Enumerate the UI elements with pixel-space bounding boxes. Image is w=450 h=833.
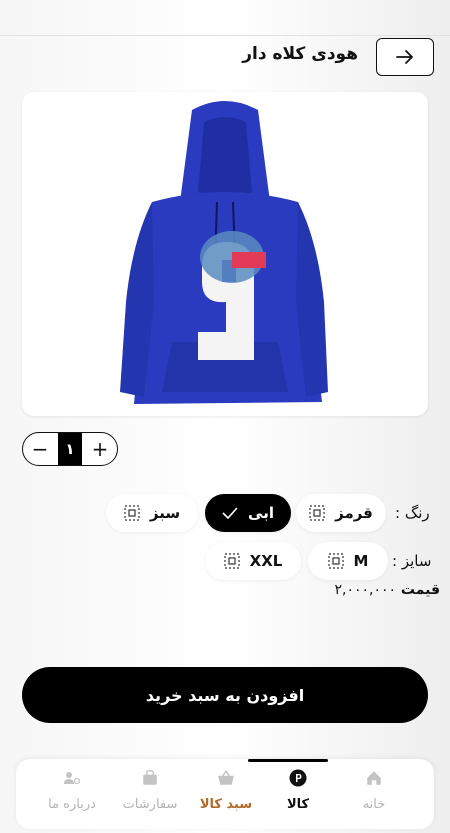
nav-item-cart[interactable]: سبد کالا: [186, 769, 266, 823]
add-to-cart-button[interactable]: افزودن به سبد خرید: [22, 667, 428, 723]
dotted-square-icon: [327, 553, 344, 569]
checkmark-icon: [222, 507, 238, 520]
nav-item-label: خانه: [362, 797, 386, 812]
active-tab-indicator: [248, 759, 328, 762]
dotted-square-icon: [309, 505, 325, 521]
status-strip: [0, 0, 450, 36]
decrease-quantity-button[interactable]: −: [23, 433, 57, 465]
color-option-red[interactable]: قرمز: [296, 494, 386, 532]
home-icon: [367, 771, 381, 785]
size-option-xxl[interactable]: XXL: [205, 542, 301, 580]
page-title: هودی کلاه دار: [242, 44, 358, 64]
size-option-label: XXL: [249, 552, 283, 570]
arrow-right-icon: [396, 50, 413, 64]
dotted-square-icon: [124, 505, 140, 521]
nav-item-orders[interactable]: سفارشات: [110, 769, 190, 823]
nav-item-label: درباره ما: [48, 797, 96, 812]
basket-icon: [218, 770, 234, 785]
color-option-label: سبز: [149, 504, 181, 522]
nav-item-label: کالا: [286, 797, 310, 812]
quantity-stepper: − ١ +: [22, 432, 118, 466]
product-image: [22, 92, 428, 416]
price-label: قیمت: [400, 582, 440, 598]
increase-quantity-button[interactable]: +: [83, 433, 117, 465]
page-header: هودی کلاه دار: [0, 36, 450, 82]
nav-item-product[interactable]: کالا: [258, 769, 338, 823]
nav-item-label: سبد کالا: [199, 797, 253, 812]
price: قیمت ۲,۰۰۰,۰۰۰: [330, 582, 440, 598]
price-value: ۲,۰۰۰,۰۰۰: [334, 582, 397, 598]
color-option-green[interactable]: سبز: [106, 494, 198, 532]
size-option-label: M: [353, 552, 369, 570]
orders-icon: [143, 769, 157, 785]
bottom-navigation: خانه کالا سبد کالا سفارشات درباره ما: [16, 759, 434, 829]
nav-item-about[interactable]: درباره ما: [32, 769, 112, 823]
color-option-blue[interactable]: ابی: [205, 494, 291, 532]
color-label: رنگ :: [395, 504, 430, 522]
nav-item-label: سفارشات: [122, 797, 178, 812]
size-option-m[interactable]: M: [308, 542, 388, 580]
color-option-label: ابی: [248, 504, 274, 522]
size-label: سایز :: [392, 552, 432, 570]
color-option-label: قرمز: [335, 504, 373, 522]
quantity-value: ١: [58, 433, 82, 465]
product-icon: [289, 769, 307, 787]
back-button[interactable]: [376, 38, 434, 76]
about-icon: [64, 772, 81, 785]
hoodie-illustration: [120, 101, 328, 404]
nav-item-home[interactable]: خانه: [334, 769, 414, 823]
dotted-square-icon: [224, 553, 240, 569]
